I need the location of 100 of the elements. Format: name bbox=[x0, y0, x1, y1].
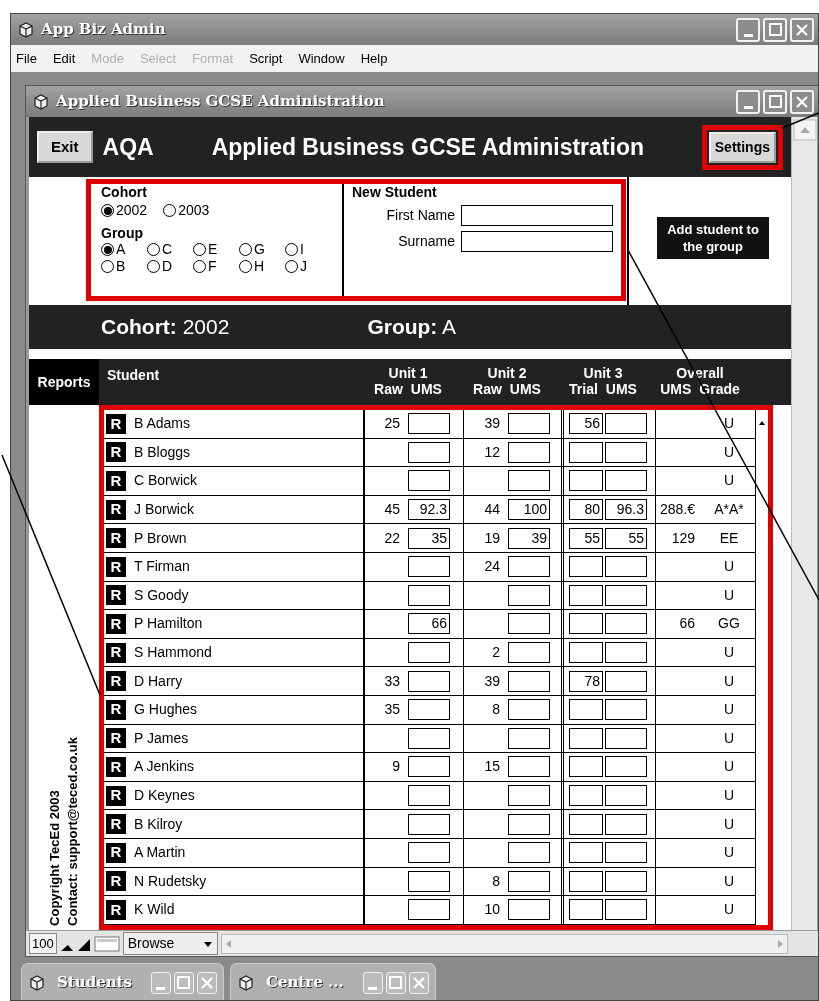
score-field[interactable] bbox=[508, 613, 550, 635]
report-button[interactable]: R bbox=[106, 899, 126, 920]
score-field[interactable] bbox=[605, 870, 647, 892]
score-field[interactable] bbox=[508, 470, 550, 492]
score-field[interactable]: 100 bbox=[508, 499, 550, 521]
score-field[interactable]: 55 bbox=[569, 527, 603, 549]
score-field[interactable]: 66 bbox=[408, 613, 450, 635]
report-button[interactable]: R bbox=[106, 785, 126, 806]
score-field[interactable] bbox=[605, 670, 647, 692]
score-field[interactable] bbox=[408, 756, 450, 778]
score-field[interactable] bbox=[508, 642, 550, 664]
radio-button[interactable] bbox=[101, 260, 114, 273]
radio-button[interactable] bbox=[193, 260, 206, 273]
radio-button[interactable] bbox=[285, 260, 298, 273]
score-field[interactable] bbox=[605, 899, 647, 921]
zoom-level[interactable]: 100 bbox=[29, 932, 57, 955]
score-field[interactable] bbox=[508, 556, 550, 578]
score-field[interactable] bbox=[408, 870, 450, 892]
score-field[interactable] bbox=[408, 556, 450, 578]
score-field[interactable] bbox=[408, 785, 450, 806]
radio-button[interactable] bbox=[101, 243, 114, 256]
radio-button[interactable] bbox=[239, 260, 252, 273]
score-field[interactable] bbox=[569, 556, 603, 578]
score-field[interactable] bbox=[408, 727, 450, 749]
score-field[interactable] bbox=[569, 870, 603, 892]
radio-button[interactable] bbox=[163, 204, 177, 217]
score-field[interactable] bbox=[605, 556, 647, 578]
score-field[interactable] bbox=[508, 670, 550, 692]
score-field[interactable] bbox=[605, 584, 647, 606]
score-field[interactable] bbox=[569, 441, 603, 463]
settings-button[interactable]: Settings bbox=[708, 131, 776, 163]
scroll-up-icon[interactable] bbox=[793, 119, 817, 141]
score-field[interactable] bbox=[605, 756, 647, 778]
score-field[interactable]: 78 bbox=[569, 670, 603, 692]
report-button[interactable]: R bbox=[106, 642, 126, 663]
score-field[interactable] bbox=[605, 842, 647, 864]
score-field[interactable] bbox=[605, 727, 647, 749]
report-button[interactable]: R bbox=[106, 814, 126, 835]
score-field[interactable] bbox=[508, 413, 550, 435]
report-button[interactable]: R bbox=[106, 556, 126, 577]
exit-button[interactable]: Exit bbox=[37, 130, 93, 164]
menu-item[interactable]: Help bbox=[360, 48, 388, 69]
input-field[interactable] bbox=[461, 205, 613, 226]
report-button[interactable]: R bbox=[106, 471, 126, 491]
score-field[interactable] bbox=[569, 899, 603, 921]
score-field[interactable] bbox=[605, 441, 647, 463]
report-button[interactable]: R bbox=[106, 842, 126, 863]
score-field[interactable]: 35 bbox=[408, 527, 450, 549]
score-field[interactable] bbox=[408, 699, 450, 721]
score-field[interactable] bbox=[605, 642, 647, 664]
score-field[interactable] bbox=[605, 413, 647, 435]
maximize-button[interactable] bbox=[763, 17, 787, 42]
report-button[interactable]: R bbox=[106, 585, 126, 606]
score-field[interactable] bbox=[408, 413, 450, 435]
score-field[interactable] bbox=[508, 584, 550, 606]
report-button[interactable]: R bbox=[106, 728, 126, 749]
score-field[interactable] bbox=[569, 842, 603, 864]
minimize-button[interactable] bbox=[736, 89, 760, 114]
mode-dropdown[interactable]: Browse bbox=[122, 932, 218, 955]
radio-button[interactable] bbox=[101, 204, 114, 217]
score-field[interactable] bbox=[408, 842, 450, 864]
score-field[interactable] bbox=[408, 470, 450, 492]
score-field[interactable]: 39 bbox=[508, 527, 550, 549]
score-field[interactable] bbox=[605, 785, 647, 806]
score-field[interactable] bbox=[569, 785, 603, 806]
score-field[interactable] bbox=[508, 699, 550, 721]
scrollbar[interactable] bbox=[791, 117, 817, 930]
score-field[interactable] bbox=[408, 642, 450, 664]
score-field[interactable] bbox=[508, 870, 550, 892]
close-button[interactable] bbox=[790, 17, 814, 42]
radio-button[interactable] bbox=[147, 260, 160, 273]
score-field[interactable] bbox=[569, 642, 603, 664]
score-field[interactable] bbox=[408, 670, 450, 692]
score-field[interactable] bbox=[605, 699, 647, 721]
menu-item[interactable]: Edit bbox=[52, 48, 76, 69]
score-field[interactable] bbox=[605, 613, 647, 635]
report-button[interactable]: R bbox=[106, 699, 126, 720]
score-field[interactable] bbox=[569, 756, 603, 778]
maximize-button[interactable] bbox=[763, 89, 787, 114]
score-field[interactable] bbox=[408, 441, 450, 463]
menu-item[interactable]: File bbox=[16, 48, 37, 69]
score-field[interactable] bbox=[508, 899, 550, 921]
radio-button[interactable] bbox=[193, 243, 206, 256]
report-button[interactable]: R bbox=[106, 756, 126, 777]
score-field[interactable]: 80 bbox=[569, 499, 603, 521]
score-field[interactable]: 92.3 bbox=[408, 499, 450, 521]
score-field[interactable] bbox=[508, 727, 550, 749]
score-field[interactable] bbox=[569, 813, 603, 835]
report-button[interactable]: R bbox=[106, 413, 126, 434]
radio-button[interactable] bbox=[147, 243, 160, 256]
score-field[interactable] bbox=[508, 441, 550, 463]
score-field[interactable] bbox=[508, 813, 550, 835]
score-field[interactable] bbox=[605, 813, 647, 835]
report-button[interactable]: R bbox=[106, 442, 126, 463]
score-field[interactable] bbox=[569, 470, 603, 492]
input-field[interactable] bbox=[461, 231, 613, 252]
scrollbar[interactable] bbox=[755, 410, 768, 925]
score-field[interactable]: 55 bbox=[605, 527, 647, 549]
score-field[interactable] bbox=[508, 756, 550, 778]
score-field[interactable] bbox=[508, 842, 550, 864]
